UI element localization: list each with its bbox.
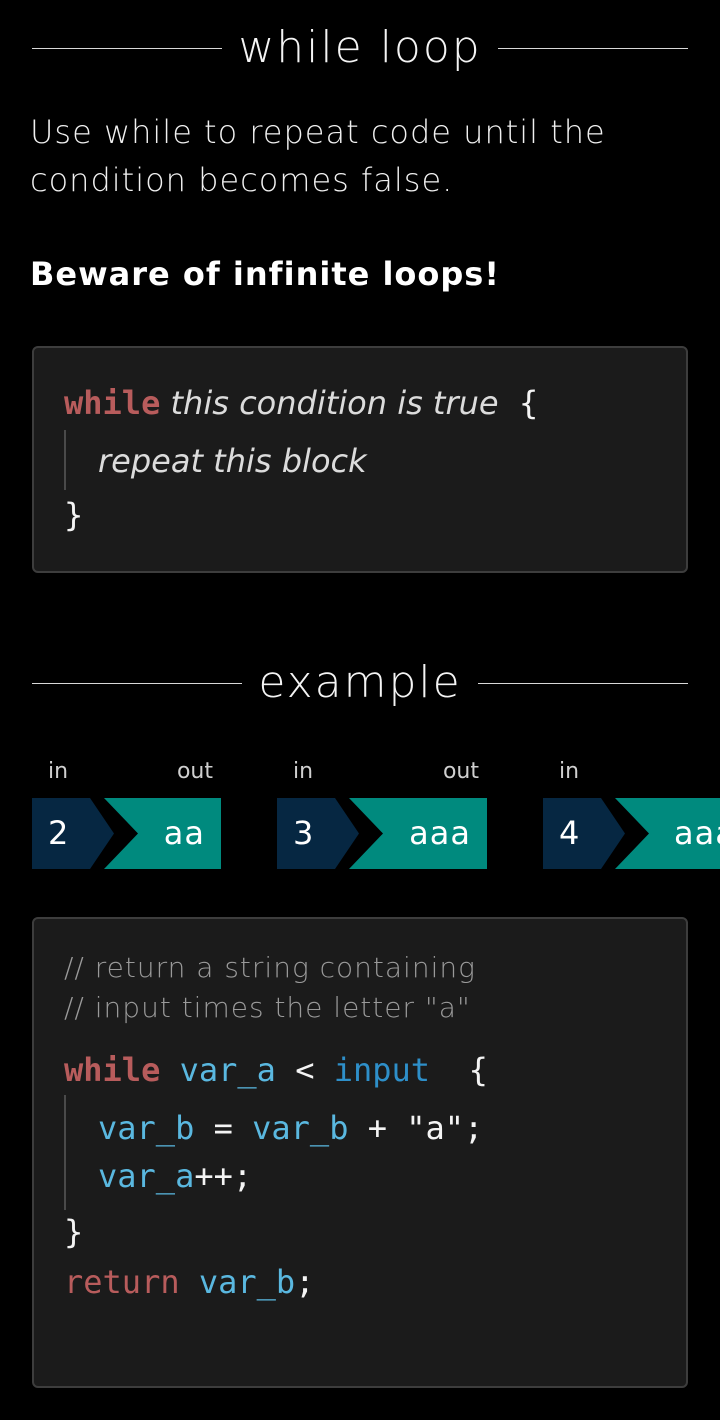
increment-line: var_a++; <box>98 1157 252 1195</box>
output-value: aaa <box>409 814 471 852</box>
io-pair: in out 3 aaa <box>277 757 487 869</box>
block-indent-bar <box>64 430 66 490</box>
io-pair: in out 2 aa <box>32 757 221 869</box>
in-label: in <box>48 759 69 784</box>
output-value: aa <box>163 814 205 852</box>
input-chevron <box>543 798 625 869</box>
less-than-operator: < <box>275 1051 334 1089</box>
in-label: in <box>559 759 580 784</box>
assign-operator: = <box>194 1109 253 1147</box>
open-brace: { <box>468 1051 488 1089</box>
syntax-line-1: while this condition is true { <box>64 384 538 422</box>
section-header-while-loop: while loop <box>32 18 688 78</box>
input-chevron <box>32 798 114 869</box>
keyword-while: while <box>64 384 161 422</box>
condition-placeholder: this condition is true <box>170 384 499 422</box>
semicolon: ; <box>295 1263 315 1301</box>
divider-line <box>32 47 223 49</box>
var-b: var_b <box>98 1109 195 1147</box>
output-value: aaaa <box>674 814 720 852</box>
keyword-return: return <box>64 1263 180 1301</box>
section-title: example <box>258 657 462 708</box>
close-brace: } <box>64 1213 84 1251</box>
example-code-box: // return a string containing // input t… <box>32 917 688 1388</box>
divider-line <box>32 682 243 684</box>
increment-operator: ++; <box>194 1157 253 1195</box>
while-line: while var_a < input { <box>64 1051 488 1089</box>
body-placeholder: repeat this block <box>98 442 367 480</box>
out-label: out <box>176 759 213 784</box>
in-label: in <box>293 759 314 784</box>
var-b: var_b <box>252 1109 349 1147</box>
keyword-while: while <box>64 1051 161 1089</box>
var-a: var_a <box>179 1051 276 1089</box>
close-brace: } <box>64 496 84 534</box>
input-value: 4 <box>559 814 580 852</box>
return-line: return var_b; <box>64 1263 314 1301</box>
concat-expression: + "a"; <box>348 1109 484 1147</box>
assign-line: var_b = var_b + "a"; <box>98 1109 483 1147</box>
input-param: input <box>333 1051 431 1089</box>
section-header-example: example <box>32 653 689 713</box>
code-comment: // return a string containing <box>64 951 476 984</box>
open-brace: { <box>518 384 539 422</box>
section-title: while loop <box>238 22 482 73</box>
syntax-code-box: while this condition is true { repeat th… <box>32 346 688 573</box>
io-pair: in 4 aaaa <box>543 757 720 869</box>
intro-description: Use while to repeat code until the condi… <box>30 113 606 199</box>
syntax-line-2: repeat this block <box>98 442 367 480</box>
out-label: out <box>442 759 479 784</box>
divider-line <box>477 682 689 684</box>
block-indent-bar <box>64 1095 66 1210</box>
var-b: var_b <box>198 1263 296 1301</box>
warning-text: Beware of infinite loops! <box>30 255 500 293</box>
input-value: 2 <box>48 814 69 852</box>
code-comment: // input times the letter "a" <box>64 991 471 1024</box>
input-value: 3 <box>293 814 314 852</box>
var-a: var_a <box>98 1157 195 1195</box>
divider-line <box>497 47 688 49</box>
input-chevron <box>277 798 359 869</box>
